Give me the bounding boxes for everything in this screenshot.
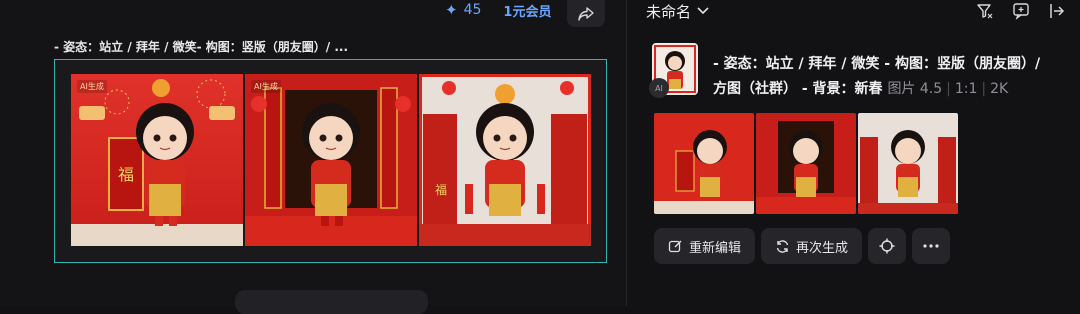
target-button[interactable] <box>868 228 907 264</box>
edit-icon <box>668 240 682 252</box>
ai-generated-tag: AI生成 <box>77 80 107 93</box>
resolution: 2K <box>990 81 1009 97</box>
desc-line-1: - 姿态：站立 / 拜年 / 微笑 - 构图：竖版（朋友圈）/ <box>713 56 1041 72</box>
aspect-ratio: 1:1 <box>954 81 978 97</box>
more-button[interactable] <box>912 228 951 264</box>
model-version: 图片 4.5 <box>887 81 943 97</box>
ai-generated-tag: AI生成 <box>251 80 281 93</box>
crosshair-icon <box>879 238 895 254</box>
exit-icon[interactable] <box>1048 2 1066 20</box>
generated-image-3[interactable]: 福 <box>419 74 591 246</box>
desc-line-2-text: 方图（社群） - 背景：新春 <box>713 81 883 97</box>
result-image-1[interactable] <box>654 113 754 214</box>
more-icon <box>923 244 939 248</box>
refresh-icon <box>776 239 789 253</box>
generated-image-1[interactable]: 福 AI生成 <box>71 74 243 246</box>
festive-girl-door-illustration <box>245 74 417 246</box>
regenerate-button[interactable]: 再次生成 <box>761 228 863 264</box>
panel-divider <box>626 0 627 306</box>
result-thumbnails <box>654 113 958 214</box>
credits-count: 45 <box>463 2 482 18</box>
project-name: 未命名 <box>646 2 692 21</box>
editor-panel: ✦ 45 1元会员 - 姿态：站立 / 拜年 / 微笑- 构图：竖版（朋友圈）/… <box>0 0 626 314</box>
re-edit-button[interactable]: 重新编辑 <box>654 228 756 264</box>
prompt-description: - 姿态：站立 / 拜年 / 微笑 - 构图：竖版（朋友圈）/ 方图（社群） -… <box>713 52 1069 102</box>
meta-separator: | <box>981 81 987 97</box>
result-image-3[interactable] <box>858 113 958 214</box>
comment-icon[interactable] <box>1012 2 1030 20</box>
action-bar: 重新编辑 再次生成 <box>654 228 951 264</box>
meta-separator: | <box>946 81 951 97</box>
festive-girl-market-thumb <box>858 113 958 214</box>
festive-girl-scroll-illustration: 福 <box>71 74 243 246</box>
input-bar[interactable] <box>235 290 428 314</box>
svg-text:福: 福 <box>118 165 134 184</box>
generated-image-2[interactable]: AI生成 <box>245 74 417 246</box>
avatar: AI <box>649 78 669 98</box>
festive-girl-scroll-thumb <box>654 113 754 214</box>
credits-display[interactable]: ✦ 45 1元会员 <box>445 0 551 20</box>
fu-character: 福 <box>435 182 447 197</box>
chevron-down-icon <box>697 7 709 15</box>
desc-line-2: 方图（社群） - 背景：新春 图片 4.5 | 1:1 | 2K <box>713 77 1069 102</box>
selected-image-frame[interactable]: 福 AI生成 AI生成 福 <box>54 59 607 263</box>
project-name-dropdown[interactable]: 未命名 <box>646 0 709 22</box>
result-image-2[interactable] <box>756 113 856 214</box>
prompt-title: - 姿态：站立 / 拜年 / 微笑- 构图：竖版（朋友圈）/ ... <box>54 40 349 54</box>
regenerate-label: 再次生成 <box>796 240 849 256</box>
share-icon <box>578 6 594 21</box>
vip-link[interactable]: 1元会员 <box>503 1 551 20</box>
festive-girl-door-thumb <box>756 113 856 214</box>
share-button[interactable] <box>567 0 605 27</box>
re-edit-label: 重新编辑 <box>689 240 742 256</box>
festive-girl-market-illustration: 福 <box>419 74 591 246</box>
header-toolbar <box>976 0 1066 22</box>
sparkle-icon: ✦ <box>445 1 458 19</box>
filter-icon[interactable] <box>976 2 994 20</box>
